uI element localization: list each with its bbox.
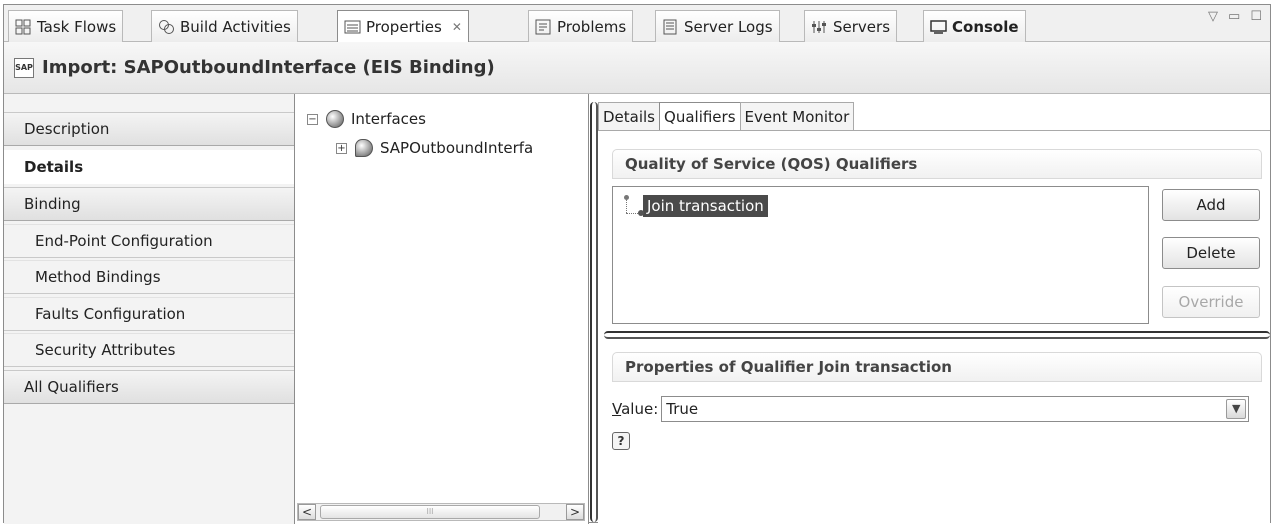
nav-item-label: All Qualifiers (24, 378, 119, 396)
value-select[interactable]: True ▼ (661, 396, 1250, 422)
minimize-icon[interactable]: ▭ (1228, 9, 1240, 24)
tree-node-sapoutboundinterface[interactable]: + SAPOutboundInterfa (336, 137, 533, 159)
delete-button[interactable]: Delete (1162, 237, 1260, 269)
details-subtabs: Details Qualifiers Event Monitor (598, 102, 855, 130)
list-item[interactable]: Join transaction (623, 195, 768, 217)
tree-node-label: SAPOutboundInterfa (380, 139, 534, 157)
value-row: Value: True ▼ (612, 396, 1250, 422)
properties-section-title: Properties of Qualifier Join transaction (612, 352, 1262, 382)
nav-item-all-qualifiers[interactable]: All Qualifiers (4, 370, 294, 404)
close-icon[interactable]: ✕ (452, 20, 462, 34)
qualifier-icon (623, 195, 645, 217)
nav-item-security-attributes[interactable]: Security Attributes (4, 333, 294, 367)
tree-node-interfaces[interactable]: − Interfaces (307, 108, 426, 130)
add-button[interactable]: Add (1162, 189, 1260, 221)
nav-item-label: Security Attributes (35, 341, 176, 359)
scroll-thumb[interactable]: III (320, 505, 540, 519)
subtab-qualifiers[interactable]: Qualifiers (659, 102, 741, 130)
help-icon[interactable]: ? (612, 432, 630, 450)
tab-build-activities[interactable]: Build Activities (151, 10, 298, 42)
value-select-text: True (666, 400, 699, 418)
interface-tree: − Interfaces + SAPOutboundInterfa < III … (295, 94, 589, 524)
interfaces-icon (326, 110, 344, 128)
nav-item-end-point-configuration[interactable]: End-Point Configuration (4, 224, 294, 258)
qos-section-title: Quality of Service (QOS) Qualifiers (612, 149, 1262, 179)
chevron-down-icon[interactable]: ▼ (1226, 399, 1247, 419)
server-logs-icon (662, 19, 679, 35)
nav-item-label: Faults Configuration (35, 305, 186, 323)
tab-label: Server Logs (684, 17, 773, 36)
maximize-icon[interactable]: ☐ (1250, 9, 1262, 24)
nav-item-details[interactable]: Details (4, 150, 294, 184)
subtab-details[interactable]: Details (598, 102, 661, 130)
nav-item-method-bindings[interactable]: Method Bindings (4, 260, 294, 294)
page-title: SAP Import: SAPOutboundInterface (EIS Bi… (4, 42, 1270, 94)
nav-item-description[interactable]: Description (4, 112, 294, 146)
problems-icon (535, 19, 552, 35)
tab-console[interactable]: Console (923, 10, 1026, 42)
tree-node-label: Interfaces (351, 110, 426, 128)
subtab-event-monitor[interactable]: Event Monitor (739, 102, 855, 130)
nav-item-label: Method Bindings (35, 268, 161, 286)
tab-properties[interactable]: Properties ✕ (337, 10, 469, 43)
properties-view: Task Flows Build Activities Properties ✕… (3, 4, 1271, 524)
override-button[interactable]: Override (1162, 286, 1260, 318)
nav-item-label: Binding (24, 195, 81, 213)
page-title-text: Import: SAPOutboundInterface (EIS Bindin… (42, 57, 495, 78)
details-panel: Details Qualifiers Event Monitor Quality… (598, 94, 1270, 524)
console-icon (930, 19, 947, 35)
value-label: Value: (612, 400, 659, 418)
tab-label: Problems (557, 17, 627, 36)
tab-label: Servers (833, 17, 891, 36)
nav-item-binding[interactable]: Binding (4, 187, 294, 221)
sap-import-icon: SAP (14, 57, 34, 78)
view-menu-icon[interactable]: ▽ (1208, 9, 1218, 24)
nav-item-label: Description (24, 120, 110, 138)
tab-label: Properties (366, 18, 442, 36)
scroll-right-icon[interactable]: > (566, 504, 584, 520)
servers-icon (811, 19, 828, 35)
tab-problems[interactable]: Problems (528, 10, 634, 42)
vertical-sash[interactable] (590, 102, 598, 522)
interface-icon (355, 139, 373, 157)
nav-item-label: Details (24, 158, 84, 176)
tab-label: Build Activities (180, 17, 291, 36)
tab-label: Console (952, 17, 1019, 36)
collapse-icon[interactable]: − (307, 113, 318, 125)
tab-label: Task Flows (37, 17, 117, 36)
tab-task-flows[interactable]: Task Flows (8, 10, 124, 42)
qos-qualifier-list[interactable]: Join transaction (612, 186, 1149, 324)
nav-item-label: End-Point Configuration (35, 232, 213, 250)
view-tab-strip: Task Flows Build Activities Properties ✕… (4, 5, 1270, 43)
tab-servers[interactable]: Servers (804, 10, 898, 42)
scroll-left-icon[interactable]: < (298, 504, 316, 520)
section-nav: Description Details Binding End-Point Co… (4, 94, 295, 524)
expand-icon[interactable]: + (336, 142, 347, 154)
subtabs-divider (598, 130, 1270, 131)
tab-server-logs[interactable]: Server Logs (655, 10, 780, 42)
task-flows-icon (15, 19, 32, 35)
view-controls: ▽ ▭ ☐ (1208, 9, 1262, 24)
tree-horizontal-scrollbar[interactable]: < III > (297, 503, 585, 521)
nav-item-faults-configuration[interactable]: Faults Configuration (4, 297, 294, 331)
build-activities-icon (158, 19, 175, 35)
horizontal-sash[interactable] (604, 331, 1270, 339)
list-item-label: Join transaction (643, 195, 768, 217)
properties-icon (344, 19, 361, 35)
